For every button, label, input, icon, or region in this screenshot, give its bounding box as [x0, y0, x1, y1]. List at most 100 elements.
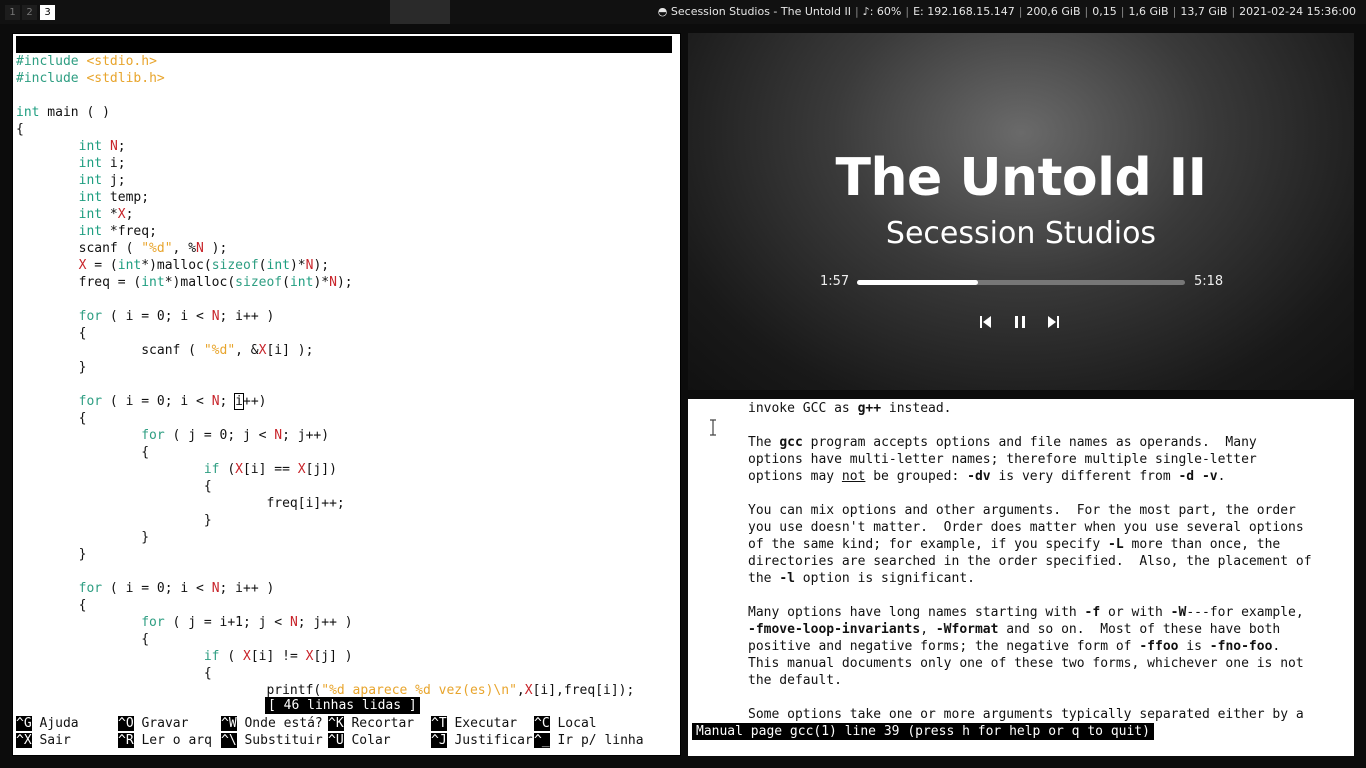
shortcut-label: Colar [343, 733, 391, 748]
code-line[interactable] [16, 87, 634, 104]
code-line[interactable]: { [16, 597, 634, 614]
code-line[interactable]: } [16, 512, 634, 529]
code-line[interactable]: for ( i = 0; i < N; i++) [16, 393, 634, 410]
code-line[interactable]: scanf ( "%d", &X[i] ); [16, 342, 634, 359]
memory-total-status: 13,7 GiB [1180, 5, 1228, 18]
code-line[interactable]: int temp; [16, 189, 634, 206]
code-line[interactable]: } [16, 529, 634, 546]
code-line[interactable]: #include <stdlib.h> [16, 70, 634, 87]
wallpaper-strip [390, 0, 450, 24]
code-line[interactable] [16, 563, 634, 580]
man-line: The gcc program accepts options and file… [748, 435, 1257, 450]
code-line[interactable]: { [16, 410, 634, 427]
shortcut-key: ^\ [221, 733, 237, 748]
man-line: of the same kind; for example, if you sp… [748, 537, 1281, 552]
shortcut-sair[interactable]: ^X Sair [16, 732, 71, 749]
man-line: You can mix options and other arguments.… [748, 503, 1296, 518]
shortcut-recortar[interactable]: ^K Recortar [328, 715, 414, 732]
shortcut-executar[interactable]: ^T Executar [431, 715, 517, 732]
clock: 2021-02-24 15:36:00 [1239, 5, 1356, 18]
shortcut-ajuda[interactable]: ^G Ajuda [16, 715, 79, 732]
progress-fill [857, 280, 978, 285]
load-status: 0,15 [1092, 5, 1117, 18]
code-line[interactable]: for ( j = 0; j < N; j++) [16, 427, 634, 444]
volume-status: ♪: 60% [862, 5, 902, 18]
shortcut-key: ^U [328, 733, 344, 748]
workspace-2-button[interactable]: 2 [22, 5, 37, 20]
shortcut-key: ^C [534, 716, 550, 731]
nano-title-bar: GNU nano 5.3 freq.c [16, 36, 672, 86]
man-line [748, 485, 1312, 502]
shortcut-local[interactable]: ^C Local [534, 715, 597, 732]
text-cursor-icon [710, 419, 716, 436]
now-playing-status: ◓ Secession Studios - The Untold II [654, 4, 855, 20]
code-line[interactable]: int i; [16, 155, 634, 172]
code-line[interactable]: { [16, 444, 634, 461]
progress-bar[interactable] [857, 280, 1185, 285]
code-line[interactable]: int main ( ) [16, 104, 634, 121]
shortcut-substituir[interactable]: ^\ Substituir [221, 732, 323, 749]
pause-button[interactable] [1009, 314, 1031, 330]
code-line[interactable]: int j; [16, 172, 634, 189]
man-line: Some options take one or more arguments … [748, 707, 1304, 722]
code-line[interactable]: scanf ( "%d", %N ); [16, 240, 634, 257]
music-icon: ◓ [657, 5, 671, 18]
previous-button[interactable] [975, 314, 997, 330]
code-line[interactable]: for ( i = 0; i < N; i++ ) [16, 580, 634, 597]
code-line[interactable]: { [16, 121, 634, 138]
code-line[interactable]: { [16, 631, 634, 648]
workspace-3-button[interactable]: 3 [40, 5, 55, 20]
music-player-window[interactable]: The Untold II Secession Studios 1:57 5:1… [688, 33, 1354, 390]
shortcut-label: Substituir [236, 733, 323, 748]
code-line[interactable]: } [16, 359, 634, 376]
code-line[interactable]: if (X[i] == X[j]) [16, 461, 634, 478]
code-line[interactable]: #include <stdio.h> [16, 53, 634, 70]
code-line[interactable]: freq[i]++; [16, 495, 634, 512]
shortcut-justificar[interactable]: ^J Justificar [431, 732, 533, 749]
man-page-text: invoke GCC as g++ instead. The gcc progra… [748, 400, 1312, 723]
shortcut-ler-o-arq[interactable]: ^R Ler o arq [118, 732, 212, 749]
man-line: you use doesn't matter. Order does matte… [748, 520, 1304, 535]
code-line[interactable]: { [16, 478, 634, 495]
code-line[interactable] [16, 376, 634, 393]
code-line[interactable]: int *freq; [16, 223, 634, 240]
code-line[interactable]: for ( i = 0; i < N; i++ ) [16, 308, 634, 325]
shortcut-colar[interactable]: ^U Colar [328, 732, 391, 749]
shortcut-label: Ler o arq [133, 733, 212, 748]
man-line [748, 417, 1312, 434]
track-artist: Secession Studios [885, 216, 1157, 251]
next-button[interactable] [1042, 314, 1064, 330]
code-line[interactable]: for ( j = i+1; j < N; j++ ) [16, 614, 634, 631]
code-area[interactable]: #include <stdio.h> #include <stdlib.h> int… [16, 53, 634, 699]
man-page-window[interactable]: invoke GCC as g++ instead. The gcc progra… [688, 399, 1354, 756]
shortcut-label: Justificar [446, 733, 533, 748]
nano-editor-window[interactable]: GNU nano 5.3 freq.c #include <stdio.h> #i… [12, 33, 681, 756]
nano-shortcut-bar: ^G Ajuda ^O Gravar ^W Onde está? ^K Recorta… [16, 715, 676, 749]
shortcut-key: ^K [328, 716, 344, 731]
skip-previous-icon [980, 316, 991, 328]
code-line[interactable]: int N; [16, 138, 634, 155]
code-line[interactable]: freq = (int*)malloc(sizeof(int)*N); [16, 274, 634, 291]
code-line[interactable]: } [16, 546, 634, 563]
shortcut-gravar[interactable]: ^O Gravar [118, 715, 188, 732]
code-line[interactable]: X = (int*)malloc(sizeof(int)*N); [16, 257, 634, 274]
pause-icon [1015, 316, 1025, 328]
man-line: -fmove-loop-invariants, -Wformat and so … [748, 622, 1281, 637]
skip-next-icon [1048, 316, 1059, 328]
shortcut-key: ^G [16, 716, 32, 731]
shortcut-onde-est[interactable]: ^W Onde está? [221, 715, 323, 732]
man-line: invoke GCC as g++ instead. [748, 401, 952, 416]
code-line[interactable]: if ( X[i] != X[j] ) [16, 648, 634, 665]
man-status-line: Manual page gcc(1) line 39 (press h for … [692, 723, 1154, 740]
workspace-1-button[interactable]: 1 [5, 5, 20, 20]
code-line[interactable] [16, 291, 634, 308]
code-line[interactable]: { [16, 325, 634, 342]
code-line[interactable]: { [16, 665, 634, 682]
nano-status-message: [ 46 linhas lidas ] [265, 697, 420, 714]
track-title: The Untold II [835, 148, 1207, 208]
shortcut-label: Recortar [343, 716, 415, 731]
memory-used-status: 1,6 GiB [1128, 5, 1169, 18]
shortcut-ir-p-linha[interactable]: ^_ Ir p/ linha [534, 732, 644, 749]
man-line: directories are searched in the order sp… [748, 554, 1312, 569]
code-line[interactable]: int *X; [16, 206, 634, 223]
